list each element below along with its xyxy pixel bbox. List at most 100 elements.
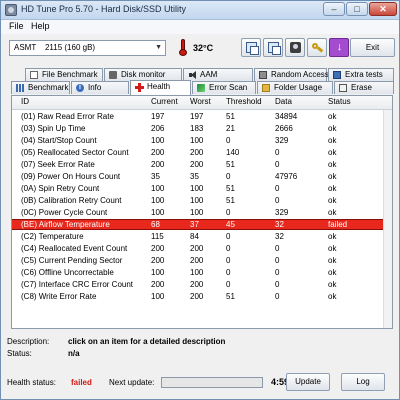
table-row[interactable]: (C7) Interface CRC Error Count 200 200 0 0 ok [12,279,392,290]
tab-random-access[interactable]: Random Access [254,68,329,81]
cell-current: 68 [151,220,160,229]
update-button[interactable]: Update [286,373,330,391]
benchmark-icon [16,84,24,92]
column-header-worst[interactable]: Worst [190,97,211,106]
cell-threshold: 0 [226,256,231,265]
table-row[interactable]: (C5) Current Pending Sector 200 200 0 0 ok [12,255,392,266]
tab-benchmark[interactable]: Benchmark [11,81,70,94]
title-bar[interactable]: HD Tune Pro 5.70 - Hard Disk/SSD Utility… [1,1,399,20]
table-row[interactable]: (07) Seek Error Rate 200 200 51 0 ok [12,159,392,170]
drive-select[interactable]: ASMT 2115 (160 gB) ▼ [9,40,166,56]
cell-current: 200 [151,280,165,289]
cell-current: 100 [151,208,165,217]
cell-threshold: 51 [226,184,235,193]
column-header-status[interactable]: Status [328,97,351,106]
menu-help[interactable]: Help [31,21,50,31]
app-window: HD Tune Pro 5.70 - Hard Disk/SSD Utility… [0,0,400,400]
table-row[interactable]: (C6) Offline Uncorrectable 100 100 0 0 ok [12,267,392,278]
table-row[interactable]: (0C) Power Cycle Count 100 100 0 329 ok [12,207,392,218]
table-row[interactable]: (0B) Calibration Retry Count 100 100 51 0 ok [12,195,392,206]
cell-current: 200 [151,160,165,169]
copy-image-button[interactable] [263,38,283,57]
cell-id: (C4) Reallocated Event Count [21,244,128,253]
cell-id: (BE) Airflow Temperature [21,220,110,229]
cell-status: ok [328,160,337,169]
maximize-button[interactable]: □ [346,2,368,16]
tab-error-scan[interactable]: Error Scan [192,81,256,94]
cell-threshold: 0 [226,232,231,241]
cell-current: 200 [151,244,165,253]
vertical-scrollbar[interactable] [383,110,392,328]
column-header-id[interactable]: ID [21,97,29,106]
log-button[interactable]: Log [341,373,385,391]
cell-data: 0 [275,160,280,169]
cell-data: 329 [275,208,289,217]
close-button[interactable]: ✕ [369,2,397,16]
info-icon: i [76,84,84,92]
menu-file[interactable]: File [9,21,24,31]
table-row[interactable]: (BE) Airflow Temperature 68 37 45 32 failed [12,219,392,230]
tab-label: Benchmark [28,83,69,92]
options-button[interactable] [307,38,327,57]
cell-threshold: 0 [226,136,231,145]
cell-data: 32 [275,232,284,241]
cell-threshold: 140 [226,148,240,157]
cell-worst: 197 [190,112,204,121]
cell-current: 100 [151,136,165,145]
cell-threshold: 0 [226,244,231,253]
tab-aam[interactable]: AAM [183,68,253,81]
tab-label: Erase [351,83,372,92]
cell-current: 100 [151,196,165,205]
cell-worst: 100 [190,136,204,145]
cell-data: 329 [275,136,289,145]
cell-id: (C5) Current Pending Sector [21,256,123,265]
table-row[interactable]: (03) Spin Up Time 206 183 21 2666 ok [12,123,392,134]
table-row[interactable]: (C4) Reallocated Event Count 200 200 0 0 ok [12,243,392,254]
column-header-threshold[interactable]: Threshold [226,97,262,106]
tab-label: Extra tests [345,70,383,79]
table-row[interactable]: (01) Raw Read Error Rate 197 197 51 34894 ok [12,111,392,122]
cell-data: 0 [275,244,280,253]
tab-extra-tests[interactable]: Extra tests [328,68,394,81]
minimize-button[interactable]: – [323,2,345,16]
table-row[interactable]: (0A) Spin Retry Count 100 100 51 0 ok [12,183,392,194]
table-header: ID Current Worst Threshold Data Status [12,96,392,110]
cell-id: (09) Power On Hours Count [21,172,121,181]
save-button[interactable]: ↓ [329,38,349,57]
column-header-data[interactable]: Data [275,97,292,106]
cell-threshold: 0 [226,280,231,289]
copy-text-button[interactable] [241,38,261,57]
tab-info[interactable]: i Info [71,81,129,94]
cell-worst: 100 [190,184,204,193]
cell-current: 206 [151,124,165,133]
key-icon [312,42,323,53]
screenshot-button[interactable] [285,38,305,57]
cell-id: (C6) Offline Uncorrectable [21,268,114,277]
tab-file-benchmark[interactable]: File Benchmark [25,68,103,81]
tab-folder-usage[interactable]: Folder Usage [257,81,333,94]
tab-label: Error Scan [209,83,248,92]
cell-threshold: 0 [226,268,231,277]
cell-data: 34894 [275,112,298,121]
table-row[interactable]: (C8) Write Error Rate 100 200 51 0 ok [12,291,392,302]
cell-id: (C8) Write Error Rate [21,292,97,301]
health-status-label: Health status: [7,378,56,387]
column-header-current[interactable]: Current [151,97,178,106]
table-row[interactable]: (C2) Temperature 115 84 0 32 ok [12,231,392,242]
cell-threshold: 45 [226,220,235,229]
table-row[interactable]: (09) Power On Hours Count 35 35 0 47976 ok [12,171,392,182]
cell-id: (0B) Calibration Retry Count [21,196,122,205]
cell-status: failed [328,220,348,229]
table-row[interactable]: (04) Start/Stop Count 100 100 0 329 ok [12,135,392,146]
cell-status: ok [328,136,337,145]
tab-erase[interactable]: Erase [334,81,394,94]
tab-health[interactable]: Health [130,80,191,95]
table-row[interactable]: (05) Reallocated Sector Count 200 200 140 0 o… [12,147,392,158]
arrow-down-icon: ↓ [336,41,343,53]
cell-current: 197 [151,112,165,121]
erase-icon [339,84,347,92]
cell-status: ok [328,172,337,181]
exit-button[interactable]: Exit [350,38,395,57]
status-label: Status: [7,349,32,358]
cell-worst: 200 [190,280,204,289]
